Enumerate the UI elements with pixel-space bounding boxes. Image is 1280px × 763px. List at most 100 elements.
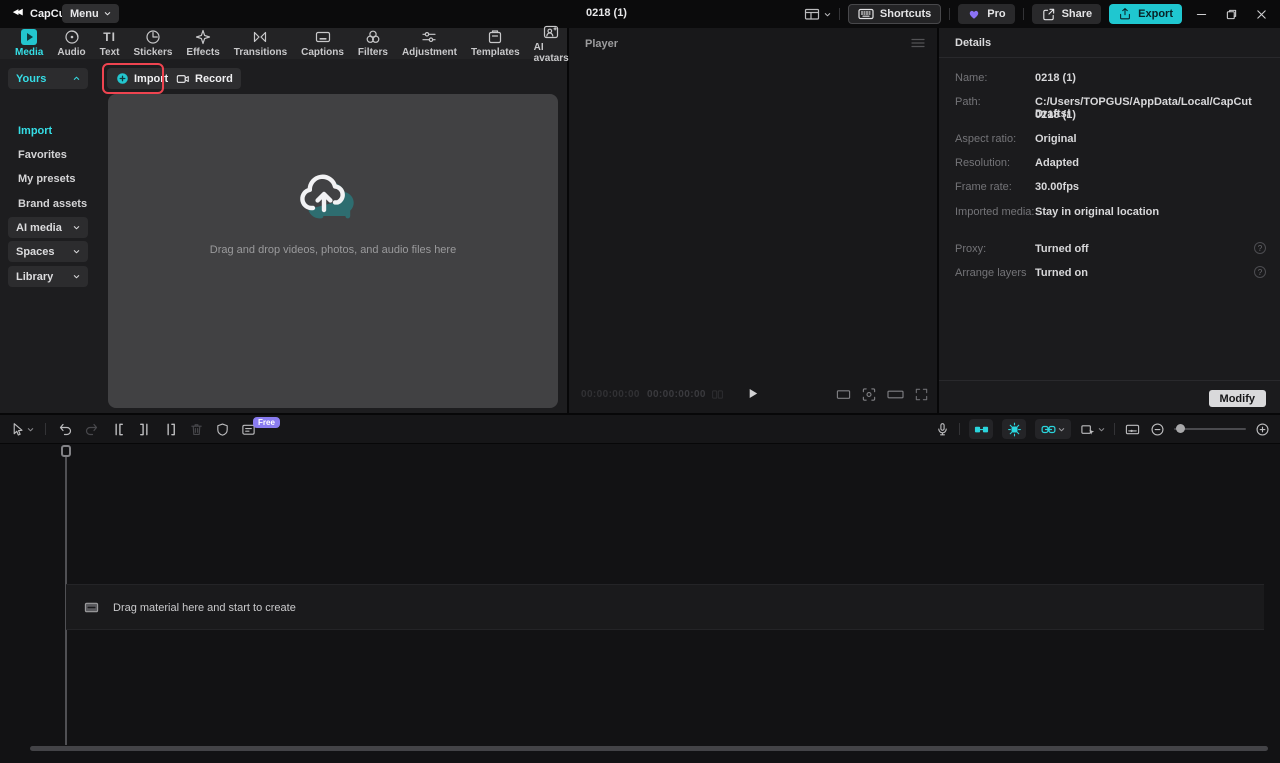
zoom-slider-knob[interactable] xyxy=(1176,424,1185,433)
arrange-layers-value: Turned on xyxy=(1035,267,1088,279)
sidebar-item-yours[interactable]: Yours xyxy=(8,68,88,89)
name-value: 0218 (1) xyxy=(1035,72,1076,84)
divider xyxy=(1114,423,1115,435)
pro-badge[interactable]: Pro xyxy=(958,4,1014,24)
focus-icon[interactable] xyxy=(861,387,877,402)
sidebar-item-my-presets[interactable]: My presets xyxy=(18,173,75,185)
path-value-line2: 0218 (1) xyxy=(1035,109,1076,121)
chevron-up-icon xyxy=(73,75,80,82)
magnet-clip-icon xyxy=(974,422,989,437)
menu-button[interactable]: Menu xyxy=(62,4,119,23)
proxy-help-icon[interactable]: ? xyxy=(1254,242,1266,254)
tab-captions[interactable]: Captions xyxy=(294,29,351,58)
modify-button[interactable]: Modify xyxy=(1209,390,1266,407)
resolution-value: Adapted xyxy=(1035,157,1079,169)
main-track-magnet-toggle[interactable] xyxy=(969,419,993,439)
timeline-horizontal-scrollbar[interactable] xyxy=(30,746,1268,751)
share-icon xyxy=(1041,7,1056,22)
shortcuts-button[interactable]: Shortcuts xyxy=(848,4,941,24)
timeline-zoom-slider[interactable] xyxy=(1174,428,1246,430)
play-button[interactable] xyxy=(745,386,760,401)
tab-audio[interactable]: Audio xyxy=(50,29,92,58)
player-controls: 00:00:00:00 00:00:00:00 xyxy=(569,386,937,404)
tab-adjustment[interactable]: Adjustment xyxy=(395,29,464,58)
close-button[interactable] xyxy=(1250,0,1272,28)
captions-icon xyxy=(315,29,331,45)
voiceover-mic-button[interactable] xyxy=(935,422,950,437)
zoom-in-button[interactable] xyxy=(1255,422,1270,437)
chevron-down-icon xyxy=(73,273,80,280)
tab-text[interactable]: TI Text xyxy=(93,29,127,58)
minimize-button[interactable] xyxy=(1190,0,1212,28)
tab-stickers[interactable]: Stickers xyxy=(127,29,180,58)
sidebar-item-brand-assets[interactable]: Brand assets xyxy=(18,198,87,210)
aspect-ratio-value: Original xyxy=(1035,133,1077,145)
top-bar-right: Shortcuts Pro Share Export xyxy=(804,0,1272,28)
tab-templates[interactable]: Templates xyxy=(464,29,527,58)
link-clip-icon xyxy=(1041,422,1056,437)
zoom-out-button[interactable] xyxy=(1150,422,1165,437)
media-sidebar: Yours Import Favorites My presets Brand … xyxy=(0,59,95,413)
fullscreen-icon[interactable] xyxy=(914,387,929,402)
delete-left-button[interactable] xyxy=(137,422,152,437)
ratio-icon[interactable] xyxy=(835,387,852,402)
current-timecode: 00:00:00:00 xyxy=(581,389,640,400)
share-button[interactable]: Share xyxy=(1032,4,1102,24)
delete-right-button[interactable] xyxy=(163,422,178,437)
sidebar-item-library[interactable]: Library xyxy=(8,266,88,287)
tab-media[interactable]: Media xyxy=(8,29,50,58)
sidebar-item-spaces[interactable]: Spaces xyxy=(8,241,88,262)
divider xyxy=(839,8,840,20)
mask-button[interactable] xyxy=(215,422,230,437)
capcut-window: CapCut Menu 0218 (1) Shortcuts Pro xyxy=(0,0,1280,763)
media-dropzone[interactable]: Drag and drop videos, photos, and audio … xyxy=(108,94,558,408)
keyboard-icon xyxy=(858,6,874,22)
player-panel: Player 00:00:00:00 00:00:00:00 xyxy=(569,28,937,413)
preview-axis-button[interactable] xyxy=(1124,422,1141,437)
sidebar-item-import[interactable]: Import xyxy=(18,125,52,137)
chevron-down-icon xyxy=(73,248,80,255)
project-title: 0218 (1) xyxy=(586,7,627,19)
snap-sparkle-icon xyxy=(1007,422,1022,437)
media-play-icon xyxy=(21,29,37,45)
import-button[interactable]: Import xyxy=(107,68,177,89)
crop-wide-icon[interactable] xyxy=(886,387,905,402)
timeline-toolbar-right xyxy=(935,415,1270,443)
click-select-mode-button[interactable] xyxy=(1080,422,1105,437)
sidebar-item-favorites[interactable]: Favorites xyxy=(18,149,67,161)
record-button[interactable]: Record xyxy=(168,68,241,89)
export-button[interactable]: Export xyxy=(1109,4,1182,24)
details-title: Details xyxy=(955,37,991,49)
media-content: Import Record Drag and drop videos, phot… xyxy=(95,59,567,413)
tab-transitions[interactable]: Transitions xyxy=(227,29,294,58)
timeline-area[interactable]: Drag material here and start to create xyxy=(0,444,1280,763)
layout-switch-button[interactable] xyxy=(804,6,831,22)
player-menu-icon[interactable] xyxy=(911,37,925,49)
player-view-buttons xyxy=(835,387,929,402)
sidebar-item-ai-media[interactable]: AI media xyxy=(8,217,88,238)
playhead-handle[interactable] xyxy=(61,445,71,457)
effects-star-icon xyxy=(195,29,211,45)
auto-snap-toggle[interactable] xyxy=(1002,419,1026,439)
main-track-dropzone[interactable]: Drag material here and start to create xyxy=(66,584,1264,630)
text-icon: TI xyxy=(103,29,116,45)
undo-button[interactable] xyxy=(57,421,73,437)
linked-clips-toggle[interactable] xyxy=(1035,419,1071,439)
details-header: Details xyxy=(939,28,1280,58)
timeline-empty-hint: Drag material here and start to create xyxy=(113,602,296,614)
pro-heart-icon xyxy=(967,7,981,21)
arrange-layers-label: Arrange layers xyxy=(955,267,1027,279)
redo-button[interactable] xyxy=(84,421,100,437)
app-logo: CapCut xyxy=(10,0,69,28)
tab-filters[interactable]: Filters xyxy=(351,29,395,58)
delete-button[interactable] xyxy=(189,422,204,437)
frame-rate-value: 30.00fps xyxy=(1035,181,1079,193)
select-tool-button[interactable] xyxy=(10,422,34,437)
split-button[interactable] xyxy=(111,422,126,437)
maximize-button[interactable] xyxy=(1220,0,1242,28)
imported-media-value: Stay in original location xyxy=(1035,206,1159,218)
templates-icon xyxy=(487,29,503,45)
tab-effects[interactable]: Effects xyxy=(179,29,226,58)
frame-view-icon[interactable] xyxy=(711,388,724,401)
arrange-layers-help-icon[interactable]: ? xyxy=(1254,266,1266,278)
